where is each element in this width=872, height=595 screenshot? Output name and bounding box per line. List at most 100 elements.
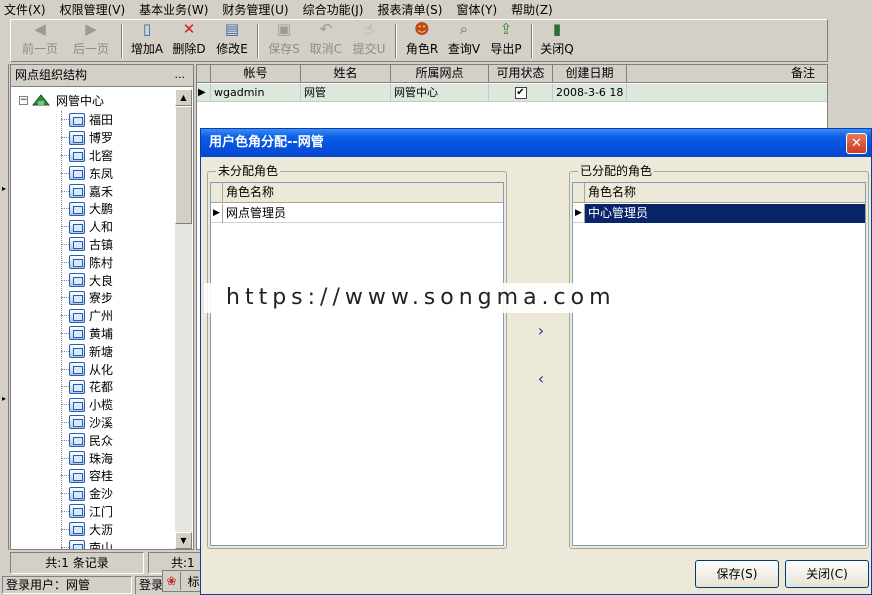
menu-basic-business[interactable]: 基本业务(W)	[139, 1, 208, 18]
panel-more-button[interactable]: ...	[175, 65, 186, 85]
list-item[interactable]: ▶ 网点管理员	[211, 204, 503, 223]
dialog-title-bar[interactable]: 用户色角分配--网管 ✕	[201, 129, 871, 157]
cell-account[interactable]: wgadmin	[211, 84, 301, 102]
cancel-toolbar-button[interactable]: ↶ 取消C	[305, 20, 347, 61]
tree-item-label: 容桂	[89, 469, 114, 484]
scroll-up-icon[interactable]: ▲	[175, 89, 192, 106]
assigned-list-header: 角色名称	[573, 183, 865, 203]
menu-general[interactable]: 综合功能(J)	[303, 1, 364, 18]
tree-item[interactable]: 古镇	[61, 236, 113, 254]
tree-connector-line	[61, 404, 69, 406]
tree-item[interactable]: 广州	[61, 307, 113, 325]
toolbar-separator	[257, 24, 259, 58]
role-button[interactable]: ☻ 角色R	[401, 20, 443, 61]
tree-item[interactable]: 新塘	[61, 342, 113, 360]
tree-item[interactable]: 东凤	[61, 164, 113, 182]
row-indicator-icon: ▶	[211, 204, 223, 223]
tree-item[interactable]: 博罗	[61, 129, 113, 147]
unassigned-column-header[interactable]: 角色名称	[223, 183, 503, 203]
cell-created[interactable]: 2008-3-6 18	[553, 84, 627, 102]
tree-item[interactable]: 人和	[61, 218, 113, 236]
menu-file[interactable]: 文件(X)	[4, 1, 46, 18]
tree-item[interactable]: 沙溪	[61, 414, 113, 432]
tree-item[interactable]: 金沙	[61, 485, 113, 503]
branch-window-icon	[69, 362, 85, 377]
tree-item[interactable]: 从化	[61, 360, 113, 378]
tree-item[interactable]: 花都	[61, 378, 113, 396]
ime-logo-icon[interactable]: ❀	[163, 572, 181, 590]
cell-enabled[interactable]: ✔	[489, 84, 553, 102]
submit-label: 提交U	[352, 42, 386, 56]
collapse-icon[interactable]: −	[19, 95, 28, 105]
panel-splitter[interactable]: ▸ ▸	[0, 64, 9, 550]
submit-button[interactable]: ☝ 提交U	[347, 20, 391, 61]
table-row[interactable]: ▶ wgadmin 网管 网管中心 ✔ 2008-3-6 18	[197, 84, 827, 102]
assign-role-button[interactable]: ›	[534, 321, 548, 340]
tree-item[interactable]: 北窖	[61, 147, 113, 165]
unassign-role-button[interactable]: ‹	[534, 369, 548, 388]
export-button[interactable]: ⇪ 导出P	[485, 20, 527, 61]
unassigned-roles-group: 未分配角色 角色名称 ▶ 网点管理员	[207, 164, 507, 549]
tree-item[interactable]: 南山	[61, 538, 113, 549]
tree-item-label: 寮步	[89, 291, 114, 306]
unassigned-role-name[interactable]: 网点管理员	[223, 204, 503, 223]
tree-item[interactable]: 小榄	[61, 396, 113, 414]
column-header-note[interactable]: 备注	[627, 65, 827, 83]
close-button[interactable]: 关闭(C)	[785, 560, 869, 588]
column-header-branch[interactable]: 所属网点	[391, 65, 489, 83]
tree-item[interactable]: 珠海	[61, 449, 113, 467]
tree-item[interactable]: 江门	[61, 503, 113, 521]
menu-reports[interactable]: 报表清单(S)	[377, 1, 442, 18]
next-page-button[interactable]: ▶ 后一页	[65, 20, 117, 61]
tree-item[interactable]: 民众	[61, 431, 113, 449]
prev-page-button[interactable]: ◀ 前一页	[15, 20, 65, 61]
save-button[interactable]: 保存(S)	[695, 560, 779, 588]
add-button[interactable]: ▯ 增加A	[127, 20, 167, 61]
assigned-column-header[interactable]: 角色名称	[585, 183, 865, 203]
cell-branch[interactable]: 网管中心	[391, 84, 489, 102]
tree-item[interactable]: 福田	[61, 111, 113, 129]
tree-item[interactable]: 大鹏	[61, 200, 113, 218]
tree-item[interactable]: 黄埔	[61, 325, 113, 343]
column-header-created[interactable]: 创建日期	[553, 65, 627, 83]
tree-item[interactable]: 大良	[61, 271, 113, 289]
column-header-enabled[interactable]: 可用状态	[489, 65, 553, 83]
menu-permissions[interactable]: 权限管理(V)	[60, 1, 126, 18]
branch-window-icon	[69, 184, 85, 199]
unassigned-list-header: 角色名称	[211, 183, 503, 203]
assigned-roles-list[interactable]: 角色名称 ▶ 中心管理员	[572, 182, 866, 546]
tree-item-label: 珠海	[89, 451, 114, 466]
splitter-arrow-icon[interactable]: ▸	[2, 184, 6, 193]
cell-note[interactable]	[627, 84, 827, 102]
menu-window[interactable]: 窗体(Y)	[456, 1, 497, 18]
save-toolbar-button[interactable]: ▣ 保存S	[263, 20, 305, 61]
scroll-thumb[interactable]	[175, 106, 192, 224]
menu-finance[interactable]: 财务管理(U)	[222, 1, 288, 18]
column-header-name[interactable]: 姓名	[301, 65, 391, 83]
enabled-checkbox[interactable]: ✔	[514, 87, 527, 99]
list-item[interactable]: ▶ 中心管理员	[573, 204, 865, 223]
scroll-down-icon[interactable]: ▼	[175, 532, 192, 549]
tree-item-label: 大鹏	[89, 202, 114, 217]
assigned-role-name[interactable]: 中心管理员	[585, 204, 865, 223]
tree-item[interactable]: 陈村	[61, 253, 113, 271]
tree-item[interactable]: 容桂	[61, 467, 113, 485]
tree-item[interactable]: 寮步	[61, 289, 113, 307]
dialog-close-icon[interactable]: ✕	[846, 133, 867, 154]
export-label: 导出P	[490, 42, 522, 56]
delete-button[interactable]: ✕ 删除D	[167, 20, 211, 61]
cell-name[interactable]: 网管	[301, 84, 391, 102]
edit-button[interactable]: ▤ 修改E	[211, 20, 253, 61]
close-toolbar-button[interactable]: ▮ 关闭Q	[537, 20, 577, 61]
unassigned-roles-list[interactable]: 角色名称 ▶ 网点管理员	[210, 182, 504, 546]
tree-item[interactable]: 大沥	[61, 520, 113, 538]
tree-item[interactable]: 嘉禾	[61, 182, 113, 200]
tree-root-node[interactable]: − 网管中心	[19, 91, 107, 109]
list-indicator-header	[211, 183, 223, 203]
column-header-account[interactable]: 帐号	[211, 65, 301, 83]
splitter-arrow-icon[interactable]: ▸	[2, 394, 6, 403]
tree-vertical-scrollbar[interactable]: ▲ ▼	[175, 89, 192, 549]
query-button[interactable]: ⌕ 查询V	[443, 20, 485, 61]
menu-help[interactable]: 帮助(Z)	[511, 1, 553, 18]
assigned-roles-group: 已分配的角色 角色名称 ▶ 中心管理员	[569, 164, 869, 549]
